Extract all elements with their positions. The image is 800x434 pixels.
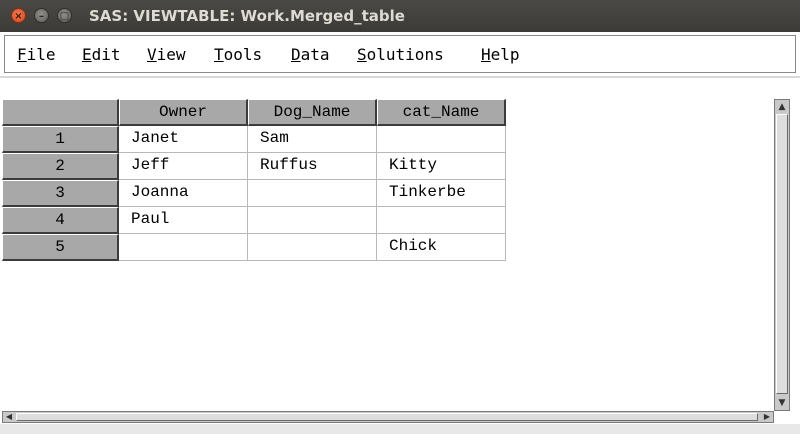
menu-data[interactable]: Data: [291, 45, 330, 64]
row-header[interactable]: 5: [2, 234, 119, 261]
close-window-button[interactable]: ×: [11, 8, 26, 23]
menu-file-mnemonic: F: [17, 45, 27, 64]
scroll-left-arrow-icon[interactable]: ◀: [3, 412, 15, 422]
table-cell[interactable]: Tinkerbe: [377, 180, 506, 207]
minimize-window-button[interactable]: –: [34, 8, 49, 23]
menu-bar: File Edit View Tools Data Solutions Help: [4, 35, 796, 73]
menu-help[interactable]: Help: [481, 45, 520, 64]
table-cell[interactable]: [248, 180, 377, 207]
column-header-cat-name[interactable]: cat_Name: [377, 99, 506, 126]
window-title: SAS: VIEWTABLE: Work.Merged_table: [89, 7, 405, 25]
menu-edit-mnemonic: E: [82, 45, 92, 64]
menu-file-label: ile: [26, 45, 56, 64]
menu-tools-label: ools: [223, 45, 263, 64]
menu-file[interactable]: File: [17, 45, 56, 64]
row-header[interactable]: 4: [2, 207, 119, 234]
table-cell[interactable]: Paul: [119, 207, 248, 234]
menu-tools[interactable]: Tools: [214, 45, 262, 64]
table-cell[interactable]: Joanna: [119, 180, 248, 207]
menu-help-mnemonic: H: [481, 45, 491, 64]
menu-view-label: iew: [156, 45, 186, 64]
window-bottom-border: [0, 424, 800, 434]
title-bar: × – □ SAS: VIEWTABLE: Work.Merged_table: [0, 0, 800, 32]
vertical-scrollbar[interactable]: ▲ ▼: [774, 99, 790, 411]
horizontal-scroll-thumb[interactable]: [16, 413, 758, 421]
menu-solutions[interactable]: Solutions: [357, 45, 444, 64]
column-header-dog-name[interactable]: Dog_Name: [248, 99, 377, 126]
table-cell[interactable]: Ruffus: [248, 153, 377, 180]
vertical-scroll-thumb[interactable]: [776, 114, 788, 394]
menu-solutions-label: olutions: [366, 45, 444, 64]
table-cell[interactable]: Kitty: [377, 153, 506, 180]
menu-separator: [0, 76, 800, 78]
scroll-up-arrow-icon[interactable]: ▲: [776, 101, 788, 113]
menu-help-label: elp: [490, 45, 520, 64]
table-cell[interactable]: [248, 234, 377, 261]
menu-edit-label: dit: [91, 45, 121, 64]
row-header[interactable]: 1: [2, 126, 119, 153]
horizontal-scrollbar[interactable]: ◀ ▶: [2, 411, 774, 423]
maximize-window-button[interactable]: □: [57, 8, 72, 23]
table-cell[interactable]: Janet: [119, 126, 248, 153]
table-cell[interactable]: [377, 207, 506, 234]
scroll-down-arrow-icon[interactable]: ▼: [776, 397, 788, 409]
menu-view-mnemonic: V: [147, 45, 157, 64]
menu-tools-mnemonic: T: [214, 45, 224, 64]
table-cell[interactable]: Sam: [248, 126, 377, 153]
table-cell[interactable]: [119, 234, 248, 261]
menu-edit[interactable]: Edit: [82, 45, 121, 64]
table-cell[interactable]: [377, 126, 506, 153]
viewtable-window: × – □ SAS: VIEWTABLE: Work.Merged_table …: [0, 0, 800, 434]
table-cell[interactable]: [248, 207, 377, 234]
menu-view[interactable]: View: [147, 45, 186, 64]
row-header[interactable]: 3: [2, 180, 119, 207]
row-header[interactable]: 2: [2, 153, 119, 180]
scroll-right-arrow-icon[interactable]: ▶: [761, 412, 773, 422]
menu-solutions-mnemonic: S: [357, 45, 367, 64]
table-cell[interactable]: Chick: [377, 234, 506, 261]
table-cell[interactable]: Jeff: [119, 153, 248, 180]
table-corner[interactable]: [2, 99, 119, 126]
menu-data-label: ata: [300, 45, 330, 64]
menu-data-mnemonic: D: [291, 45, 301, 64]
column-header-owner[interactable]: Owner: [119, 99, 248, 126]
